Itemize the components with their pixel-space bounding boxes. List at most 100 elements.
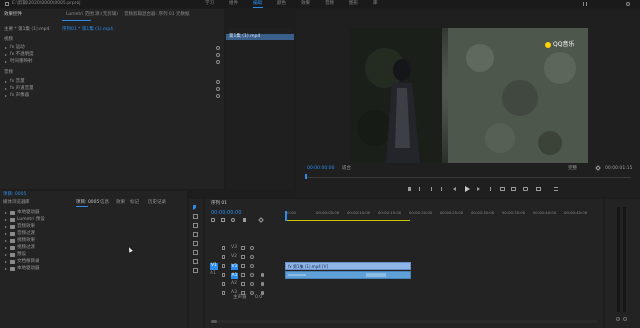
expand-arrow-icon[interactable] [5, 247, 7, 249]
expand-arrow-icon[interactable] [5, 88, 7, 90]
add-marker-timeline-icon[interactable] [243, 218, 246, 222]
expand-arrow-icon[interactable] [5, 81, 7, 83]
extract-icon[interactable] [511, 187, 516, 191]
folder-item[interactable]: 视频效果 [0, 238, 187, 245]
reset-icon[interactable] [216, 80, 220, 84]
export-frame-icon[interactable] [523, 187, 528, 191]
mark-out-icon[interactable] [429, 187, 432, 191]
hand-tool-icon[interactable] [193, 259, 198, 264]
toggle-sync-lock-icon[interactable] [241, 264, 245, 268]
timeline-scrollbar[interactable] [211, 320, 597, 323]
sequence-selector[interactable]: 序列01 * 第1集 (1).mp4 [62, 27, 113, 33]
expand-arrow-icon[interactable] [5, 254, 7, 256]
workspace-tab[interactable]: 库 [373, 1, 378, 7]
solo-icon[interactable] [250, 282, 254, 286]
panel-tab[interactable]: 效果控件 [4, 12, 22, 18]
workspace-tab[interactable]: 编辑 [253, 1, 262, 7]
workspace-tab[interactable]: 学习 [205, 1, 214, 7]
program-timecode[interactable]: 00:00:00:00 [307, 166, 334, 172]
track-header[interactable]: V3 [205, 244, 285, 252]
solo-icon[interactable] [250, 273, 254, 277]
playhead-timeline-icon[interactable] [285, 211, 287, 221]
solo-left-icon[interactable] [616, 317, 620, 321]
reset-icon[interactable] [216, 94, 220, 98]
track-header[interactable]: V2 [205, 253, 285, 261]
fit-dropdown[interactable]: 适合 [342, 166, 351, 172]
razor-tool-icon[interactable] [193, 232, 198, 237]
lift-icon[interactable] [500, 187, 505, 191]
workspace-tab[interactable]: 效果 [301, 1, 310, 7]
expand-arrow-icon[interactable] [5, 226, 7, 228]
effect-row[interactable]: fx 不透明度 [0, 52, 224, 59]
home-icon[interactable] [5, 2, 9, 6]
lock-track-icon[interactable] [222, 291, 225, 295]
reset-icon[interactable] [216, 60, 220, 64]
lock-track-icon[interactable] [222, 264, 225, 268]
project-tab[interactable]: 历史记录 [148, 200, 166, 206]
reset-icon[interactable] [216, 87, 220, 91]
mark-in-icon[interactable] [419, 187, 422, 191]
ripple-edit-tool-icon[interactable] [193, 223, 198, 228]
project-tab[interactable]: 媒体浏览器 [3, 200, 26, 206]
expand-arrow-icon[interactable] [5, 219, 7, 221]
workspace-menu-icon[interactable] [583, 2, 587, 6]
step-back-icon[interactable] [453, 187, 456, 191]
folder-item[interactable]: 音频过渡 [0, 231, 187, 238]
quality-dropdown[interactable]: 完整 [568, 166, 577, 172]
voiceover-record-icon[interactable] [261, 273, 264, 277]
scrollbar-thumb[interactable] [211, 320, 217, 323]
comparison-view-icon[interactable] [536, 187, 541, 191]
project-tab[interactable]: 效果 [116, 200, 125, 206]
pen-tool-icon[interactable] [193, 250, 198, 255]
expand-arrow-icon[interactable] [5, 233, 7, 235]
panel-tab[interactable]: 元数据 [176, 12, 190, 18]
nest-icon[interactable] [221, 218, 225, 222]
video-clip[interactable]: fx 第1集 (1).mp4 [V] [285, 262, 411, 270]
selection-tool-icon[interactable] [193, 205, 198, 210]
type-tool-icon[interactable] [193, 268, 198, 273]
lock-track-icon[interactable] [222, 282, 225, 286]
project-tab[interactable]: 库 [25, 200, 30, 206]
solo-icon[interactable] [250, 291, 254, 295]
effect-row[interactable]: fx 声道音量 [0, 86, 224, 93]
track-select-tool-icon[interactable] [193, 214, 198, 219]
toggle-track-output-icon[interactable] [250, 255, 254, 259]
project-tab[interactable]: 标记 [130, 200, 139, 206]
toggle-sync-lock-icon[interactable] [241, 255, 245, 259]
expand-arrow-icon[interactable] [5, 47, 7, 49]
voiceover-record-icon[interactable] [261, 282, 264, 286]
reset-icon[interactable] [216, 53, 220, 57]
sequence-tab[interactable]: 序列 01 [211, 201, 227, 207]
snap-icon[interactable] [211, 218, 215, 222]
button-editor-icon[interactable] [554, 187, 558, 191]
step-forward-icon[interactable] [477, 187, 480, 191]
expand-arrow-icon[interactable] [5, 95, 7, 97]
mute-icon[interactable] [241, 273, 245, 277]
expand-arrow-icon[interactable] [5, 240, 7, 242]
workspace-tab[interactable]: 图形 [349, 1, 358, 7]
workspace-tab[interactable]: 音频 [325, 1, 334, 7]
folder-item[interactable]: 音频效果 [0, 224, 187, 231]
playhead-icon[interactable] [305, 174, 307, 179]
panel-tab[interactable]: Lumetri 范围 [66, 12, 94, 18]
toggle-track-output-icon[interactable] [250, 246, 254, 250]
folder-item[interactable]: Lumetri 预设 [0, 217, 187, 224]
project-tab-active[interactable]: 项目: 0005 [76, 200, 99, 206]
lock-track-icon[interactable] [222, 255, 225, 259]
master-volume[interactable]: 0.0 [255, 295, 262, 301]
project-tab[interactable]: 信息 [100, 200, 109, 206]
source-patch[interactable]: V1 [210, 263, 218, 270]
expand-arrow-icon[interactable] [5, 212, 7, 214]
source-audio-patch[interactable]: A1 [210, 271, 216, 277]
track-header[interactable]: A1 A1 [205, 271, 285, 279]
reset-icon[interactable] [216, 46, 220, 50]
folder-item[interactable]: 视频过渡 [0, 245, 187, 252]
work-area-bar[interactable] [285, 220, 410, 221]
linked-selection-icon[interactable] [231, 218, 235, 222]
effect-row[interactable]: fx 音量 [0, 79, 224, 86]
panel-tab[interactable]: 音频剪辑混合器: 序列 01 [124, 12, 175, 18]
workspace-tab[interactable]: 颜色 [277, 1, 286, 7]
program-scrubber[interactable] [305, 177, 631, 178]
track-header[interactable]: V1 V1 [205, 262, 285, 270]
expand-arrow-icon[interactable] [5, 54, 7, 56]
